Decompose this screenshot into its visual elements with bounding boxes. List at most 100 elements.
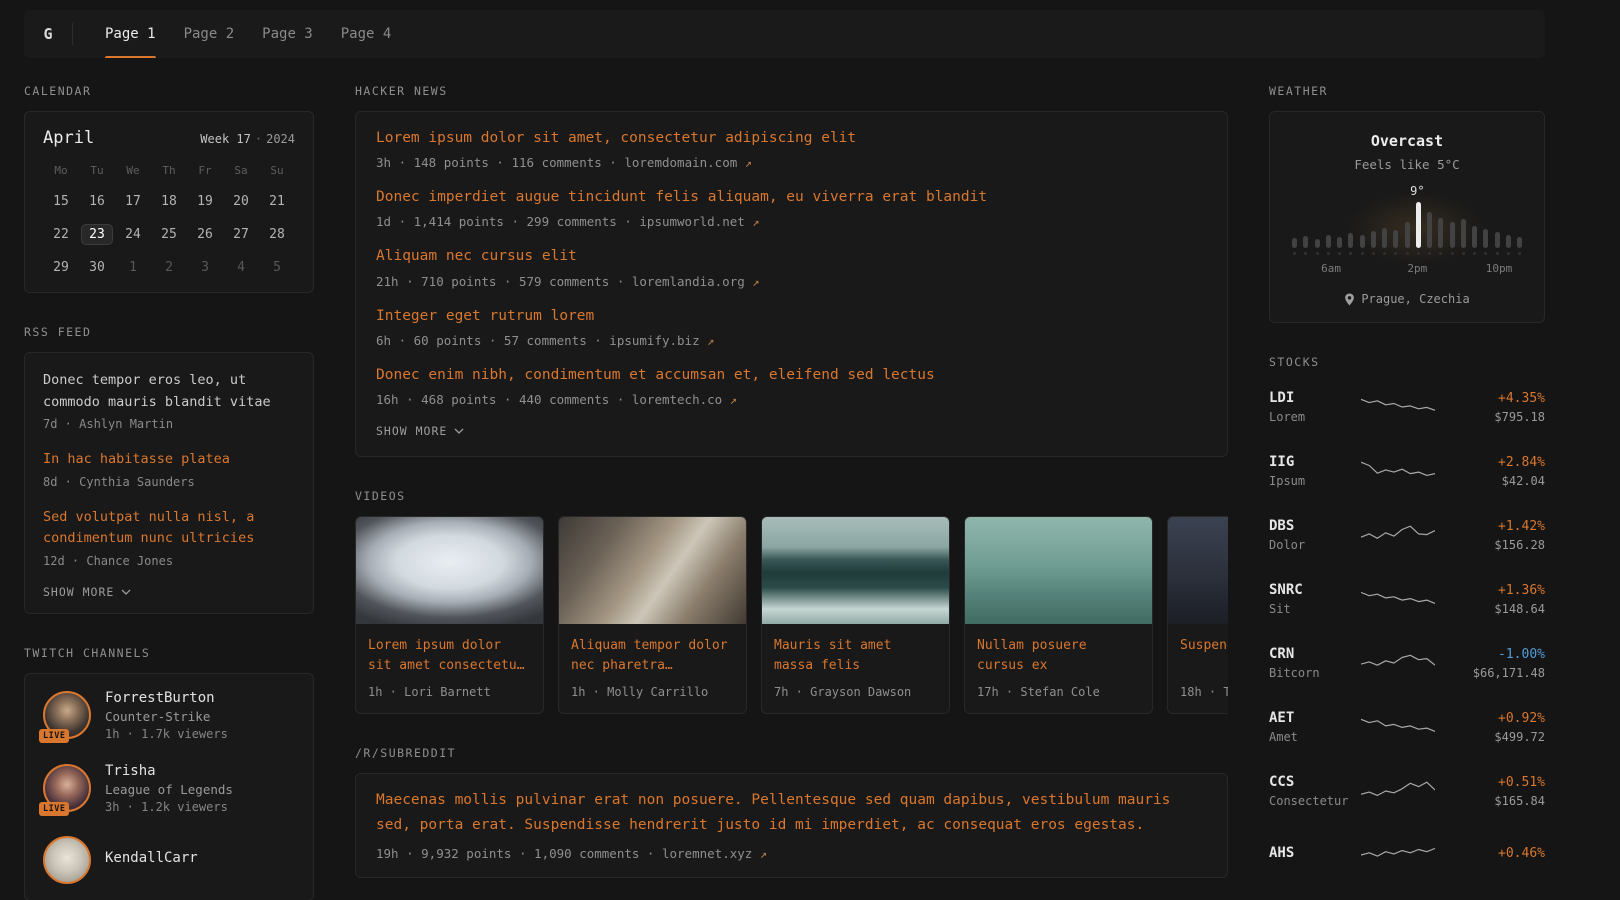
- calendar-month: April: [43, 128, 94, 148]
- stock-row[interactable]: AET Amet +0.92% $499.72: [1269, 702, 1545, 752]
- video-thumbnail[interactable]: [965, 517, 1152, 624]
- show-more-button[interactable]: SHOW MORE: [43, 577, 295, 611]
- calendar-week-info: Week 17·2024: [200, 132, 295, 146]
- avatar: [43, 836, 91, 884]
- tab-page-1[interactable]: Page 1: [91, 10, 170, 58]
- chevron-down-icon: [454, 428, 464, 434]
- app-logo[interactable]: G: [24, 10, 72, 58]
- stock-change: +0.46%: [1435, 846, 1545, 861]
- twitch-card: LIVE ForrestBurton Counter-Strike 1h · 1…: [24, 673, 314, 900]
- video-title[interactable]: Aliquam tempor dolor nec pharetra…: [571, 636, 734, 676]
- weather-bar: [1371, 231, 1376, 255]
- stock-name: Lorem: [1269, 410, 1361, 424]
- source-link[interactable]: loremtech.co: [632, 392, 722, 407]
- rss-item[interactable]: Sed volutpat nulla nisl, a condimentum n…: [43, 498, 295, 577]
- calendar-day-next-month: 1: [115, 257, 151, 278]
- center-column: HACKER NEWS Lorem ipsum dolor sit amet, …: [355, 84, 1228, 900]
- stock-row[interactable]: LDI Lorem +4.35% $795.18: [1269, 382, 1545, 432]
- location-pin-icon: [1344, 293, 1355, 306]
- calendar-week-label: Week 17: [200, 132, 251, 146]
- weather-location-text: Prague, Czechia: [1361, 292, 1469, 306]
- video-card[interactable]: Lorem ipsum dolor sit amet consectetu… 1…: [355, 516, 544, 714]
- source-link[interactable]: ipsumify.biz: [609, 333, 699, 348]
- stock-id: IIG Ipsum: [1269, 454, 1361, 488]
- story-title[interactable]: Integer eget rutrum lorem: [376, 305, 1207, 328]
- rss-widget: RSS FEED Donec tempor eros leo, ut commo…: [24, 325, 314, 614]
- stock-values: +1.36% $148.64: [1435, 583, 1545, 616]
- stock-row[interactable]: IIG Ipsum +2.84% $42.04: [1269, 446, 1545, 496]
- source-link[interactable]: loremdomain.com: [624, 155, 737, 170]
- story-title[interactable]: Aliquam nec cursus elit: [376, 245, 1207, 268]
- rss-item-title[interactable]: In hac habitasse platea: [43, 449, 295, 471]
- stock-sparkline: [1361, 714, 1435, 740]
- video-thumbnail[interactable]: [1168, 517, 1228, 624]
- video-title[interactable]: Suspendisse diam: [1180, 636, 1228, 676]
- stock-name: Dolor: [1269, 538, 1361, 552]
- video-card[interactable]: Aliquam tempor dolor nec pharetra… 1h · …: [558, 516, 747, 714]
- videos-carousel[interactable]: Lorem ipsum dolor sit amet consectetu… 1…: [355, 516, 1228, 714]
- calendar-day: 29: [43, 257, 79, 278]
- story-title[interactable]: Donec imperdiet augue tincidunt felis al…: [376, 186, 1207, 209]
- page-tabs: Page 1 Page 2 Page 3 Page 4: [91, 10, 405, 58]
- twitch-channel[interactable]: LIVE ForrestBurton Counter-Strike 1h · 1…: [43, 690, 295, 741]
- avatar: LIVE: [43, 764, 91, 812]
- weather-bar: [1360, 235, 1365, 255]
- video-info: Aliquam tempor dolor nec pharetra… 1h · …: [559, 624, 746, 713]
- stock-ticker: LDI: [1269, 390, 1361, 406]
- twitch-channel[interactable]: KendallCarr: [43, 836, 295, 884]
- stock-sparkline: [1361, 394, 1435, 420]
- tab-page-4[interactable]: Page 4: [327, 10, 406, 58]
- video-thumbnail[interactable]: [559, 517, 746, 624]
- post-title[interactable]: Maecenas mollis pulvinar erat non posuer…: [376, 788, 1207, 839]
- source-link[interactable]: ipsumworld.net: [639, 214, 744, 229]
- weather-bar: [1382, 228, 1387, 255]
- video-card[interactable]: Suspendisse diam 18h · Tara: [1167, 516, 1228, 714]
- time-label: 2pm: [1407, 262, 1427, 275]
- stock-sparkline: [1361, 586, 1435, 612]
- stock-change: +4.35%: [1435, 391, 1545, 406]
- story-title[interactable]: Lorem ipsum dolor sit amet, consectetur …: [376, 127, 1207, 150]
- channel-name[interactable]: Trisha: [105, 763, 233, 779]
- stock-row[interactable]: CRN Bitcorn -1.00% $66,171.48: [1269, 638, 1545, 688]
- rss-item[interactable]: Donec tempor eros leo, ut commodo mauris…: [43, 361, 295, 440]
- calendar-grid: Mo Tu We Th Fr Sa Su 15 16 17 18 19 20 2…: [43, 163, 295, 278]
- stock-change: +0.92%: [1435, 711, 1545, 726]
- rss-item-title[interactable]: Donec tempor eros leo, ut commodo mauris…: [43, 370, 295, 413]
- stock-values: +0.51% $165.84: [1435, 775, 1545, 808]
- rss-item-title[interactable]: Sed volutpat nulla nisl, a condimentum n…: [43, 507, 295, 550]
- source-link[interactable]: loremlandia.org: [632, 274, 745, 289]
- stock-change: +1.42%: [1435, 519, 1545, 534]
- video-title[interactable]: Lorem ipsum dolor sit amet consectetu…: [368, 636, 531, 676]
- calendar-day: 20: [223, 191, 259, 212]
- video-title[interactable]: Nullam posuere cursus ex: [977, 636, 1140, 676]
- calendar-header: April Week 17·2024: [43, 128, 295, 148]
- calendar-day: 24: [115, 224, 151, 245]
- tab-page-3[interactable]: Page 3: [248, 10, 327, 58]
- video-card[interactable]: Nullam posuere cursus ex 17h · Stefan Co…: [964, 516, 1153, 714]
- calendar-day: 22: [43, 224, 79, 245]
- story-title[interactable]: Donec enim nibh, condimentum et accumsan…: [376, 364, 1207, 387]
- source-link[interactable]: loremnet.xyz: [662, 846, 752, 861]
- stock-values: -1.00% $66,171.48: [1435, 647, 1545, 680]
- channel-name[interactable]: KendallCarr: [105, 850, 198, 866]
- video-title[interactable]: Mauris sit amet massa felis: [774, 636, 937, 676]
- channel-name[interactable]: ForrestBurton: [105, 690, 228, 706]
- stock-row[interactable]: CCS Consectetur +0.51% $165.84: [1269, 766, 1545, 816]
- video-card[interactable]: Mauris sit amet massa felis 7h · Grayson…: [761, 516, 950, 714]
- stock-row[interactable]: DBS Dolor +1.42% $156.28: [1269, 510, 1545, 560]
- story-meta: 6h · 60 points · 57 comments · ipsumify.…: [376, 332, 1207, 350]
- weather-bar: [1326, 235, 1331, 255]
- external-link-icon: ↗: [745, 156, 752, 170]
- show-more-button[interactable]: SHOW MORE: [376, 416, 1207, 450]
- video-thumbnail[interactable]: [762, 517, 949, 624]
- stock-sparkline: [1361, 778, 1435, 804]
- subreddit-card: Maecenas mollis pulvinar erat non posuer…: [355, 773, 1228, 878]
- tab-page-2[interactable]: Page 2: [170, 10, 249, 58]
- weather-condition: Overcast: [1284, 132, 1530, 150]
- stock-row[interactable]: AHS +0.46%: [1269, 830, 1545, 880]
- video-thumbnail[interactable]: [356, 517, 543, 624]
- twitch-channel[interactable]: LIVE Trisha League of Legends 3h · 1.2k …: [43, 763, 295, 814]
- rss-item[interactable]: In hac habitasse platea 8d · Cynthia Sau…: [43, 440, 295, 498]
- stock-row[interactable]: SNRC Sit +1.36% $148.64: [1269, 574, 1545, 624]
- weather-bar: [1348, 233, 1353, 255]
